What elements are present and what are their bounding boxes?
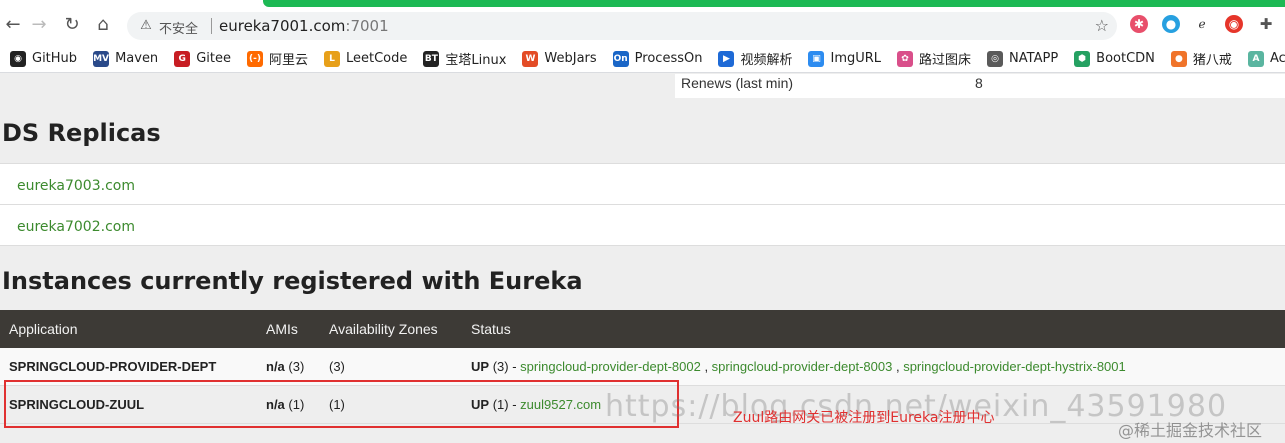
status-count: (3) - xyxy=(492,359,517,374)
replica-item: eureka7002.com xyxy=(0,205,1285,246)
zbj-icon: ● xyxy=(1170,50,1187,67)
annotation-note: Zuul路由网关已被注册到Eureka注册中心 xyxy=(733,410,995,426)
bookmark-item[interactable]: ◉ GitHub xyxy=(4,47,83,71)
extension-icon[interactable]: ✱ xyxy=(1130,15,1148,33)
header-zones: Availability Zones xyxy=(329,321,438,337)
replica-link[interactable]: eureka7002.com xyxy=(17,219,135,235)
bookmark-item[interactable]: BT 宝塔Linux xyxy=(417,47,512,71)
warning-icon[interactable]: ⚠ xyxy=(137,17,155,35)
natapp-icon: ◎ xyxy=(987,50,1004,67)
bookmark-item[interactable]: L LeetCode xyxy=(318,47,413,71)
amis-count: (3) xyxy=(288,359,305,374)
bookmark-label: LeetCode xyxy=(345,51,408,66)
address-separator xyxy=(211,18,212,34)
watermark-juejin: @稀土掘金技术社区 xyxy=(1118,421,1263,440)
eureka-page: Renews (last min) 8 DS Replicas eureka70… xyxy=(0,74,1285,443)
bookmark-label: 路过图床 xyxy=(919,53,972,68)
address-bar[interactable]: ⚠ 不安全 eureka7001.com:7001 ☆ xyxy=(127,12,1117,40)
bookmark-item[interactable]: ▶ 视频解析 xyxy=(712,47,798,71)
flower-icon: ✿ xyxy=(897,50,914,67)
aliyun-icon: (-) xyxy=(246,50,263,67)
bookmark-star-icon[interactable]: ☆ xyxy=(1095,16,1109,35)
back-icon[interactable]: ← xyxy=(2,14,24,36)
maven-icon: MV xyxy=(93,50,110,67)
gitee-icon: G xyxy=(174,50,191,67)
instance-link[interactable]: springcloud-provider-dept-8003 xyxy=(712,359,893,374)
bookmarks-bar: ◉ GitHub MV Maven G Gitee (-) 阿里云 L LeetCode BT 宝塔L… xyxy=(0,45,1285,73)
address-url[interactable]: eureka7001.com:7001 xyxy=(219,17,389,35)
replica-item: eureka7003.com xyxy=(0,164,1285,205)
instance-link[interactable]: springcloud-provider-dept-8002 xyxy=(520,359,701,374)
bookmark-label: ProcessOn xyxy=(634,51,703,66)
loading-bar xyxy=(263,0,1285,7)
renews-value: 8 xyxy=(975,75,983,91)
processon-icon: On xyxy=(612,50,629,67)
table-header: Application AMIs Availability Zones Stat… xyxy=(0,310,1285,348)
bookmark-label: Maven xyxy=(115,51,159,66)
bookmark-label: Gitee xyxy=(196,51,231,66)
bookmark-item[interactable]: W WebJars xyxy=(516,47,602,71)
insecure-label[interactable]: 不安全 xyxy=(159,18,198,37)
bootcdn-icon: ⬢ xyxy=(1074,50,1091,67)
bookmark-label: AcWing xyxy=(1269,51,1285,66)
ds-replicas-title: DS Replicas xyxy=(2,119,161,147)
bookmark-item[interactable]: G Gitee xyxy=(168,47,237,71)
leetcode-icon: L xyxy=(323,50,340,67)
ds-replicas-list: eureka7003.com eureka7002.com xyxy=(0,163,1285,246)
bookmark-item[interactable]: A AcWing xyxy=(1242,47,1285,71)
extension-icon[interactable]: ● xyxy=(1162,15,1180,33)
video-icon: ▶ xyxy=(718,50,735,67)
bt-icon: BT xyxy=(423,50,440,67)
bookmark-label: 宝塔Linux xyxy=(445,53,507,68)
address-port: :7001 xyxy=(345,17,389,35)
translate-icon[interactable]: ℯ xyxy=(1193,15,1211,33)
bookmark-label: 视频解析 xyxy=(740,53,793,68)
cell-application: SPRINGCLOUD-PROVIDER-DEPT xyxy=(9,359,217,374)
bookmark-item[interactable]: ✿ 路过图床 xyxy=(891,47,977,71)
header-amis: AMIs xyxy=(266,321,298,337)
replica-link[interactable]: eureka7003.com xyxy=(17,178,135,194)
bookmark-label: GitHub xyxy=(32,51,78,66)
bookmark-label: 阿里云 xyxy=(268,53,308,68)
amis-prefix: n/a xyxy=(266,359,285,374)
bookmark-item[interactable]: On ProcessOn xyxy=(607,47,709,71)
highlight-box xyxy=(4,380,679,428)
status-up: UP xyxy=(471,359,490,374)
bookmark-item[interactable]: ● 猪八戒 xyxy=(1165,47,1238,71)
bookmark-label: BootCDN xyxy=(1096,51,1155,66)
bookmark-label: NATAPP xyxy=(1009,51,1059,66)
renews-label: Renews (last min) xyxy=(681,75,794,91)
puzzle-icon[interactable]: ✚ xyxy=(1257,15,1275,33)
acwing-icon: A xyxy=(1247,50,1264,67)
cell-amis: n/a (3) xyxy=(266,359,304,374)
reload-icon[interactable]: ↻ xyxy=(61,14,83,36)
cell-zones: (3) xyxy=(329,359,345,374)
webjars-icon: W xyxy=(522,50,539,67)
forward-icon[interactable]: → xyxy=(28,14,50,36)
header-status: Status xyxy=(471,321,511,337)
bookmark-label: ImgURL xyxy=(830,51,882,66)
weibo-icon[interactable]: ◉ xyxy=(1225,15,1243,33)
bookmark-item[interactable]: (-) 阿里云 xyxy=(241,47,314,71)
instances-title: Instances currently registered with Eure… xyxy=(2,267,583,295)
cell-status: UP (3) - springcloud-provider-dept-8002 … xyxy=(471,359,1126,374)
bookmark-item[interactable]: ▣ ImgURL xyxy=(802,47,887,71)
header-application: Application xyxy=(9,321,78,337)
browser-toolbar: ← → ↻ ⌂ ⚠ 不安全 eureka7001.com:7001 ☆ ✱ ● … xyxy=(0,0,1285,45)
home-icon[interactable]: ⌂ xyxy=(92,14,114,36)
bookmark-item[interactable]: MV Maven xyxy=(87,47,164,71)
address-host: eureka7001.com xyxy=(219,17,346,35)
bookmark-label: 猪八戒 xyxy=(1192,53,1232,68)
bookmark-item[interactable]: ⬢ BootCDN xyxy=(1068,47,1161,71)
bookmark-label: WebJars xyxy=(544,51,597,66)
github-icon: ◉ xyxy=(10,50,26,67)
renews-row: Renews (last min) 8 xyxy=(675,74,1285,98)
instance-link[interactable]: springcloud-provider-dept-hystrix-8001 xyxy=(903,359,1126,374)
image-icon: ▣ xyxy=(808,50,825,67)
bookmark-item[interactable]: ◎ NATAPP xyxy=(981,47,1064,71)
